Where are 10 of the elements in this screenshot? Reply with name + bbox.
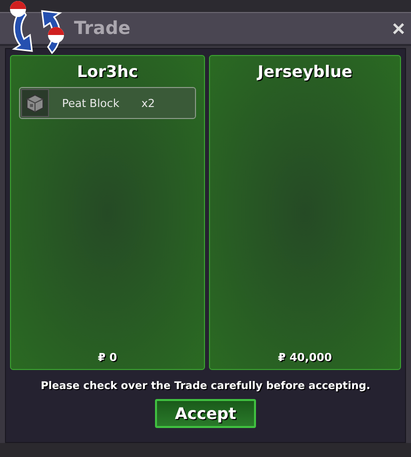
close-button[interactable]: × bbox=[390, 18, 407, 40]
player-name: Jerseyblue bbox=[256, 62, 354, 81]
block-icon bbox=[24, 93, 46, 113]
money-amount: ₽ 0 bbox=[96, 351, 118, 364]
instruction-text: Please check over the Trade carefully before accepting. bbox=[40, 380, 372, 392]
accept-button[interactable]: Accept bbox=[155, 399, 256, 428]
player-name: Lor3hc bbox=[76, 62, 140, 81]
window-title: Trade bbox=[74, 18, 130, 39]
item-row[interactable]: Peat Block x2 bbox=[19, 87, 196, 119]
money-amount: ₽ 40,000 bbox=[277, 351, 333, 364]
